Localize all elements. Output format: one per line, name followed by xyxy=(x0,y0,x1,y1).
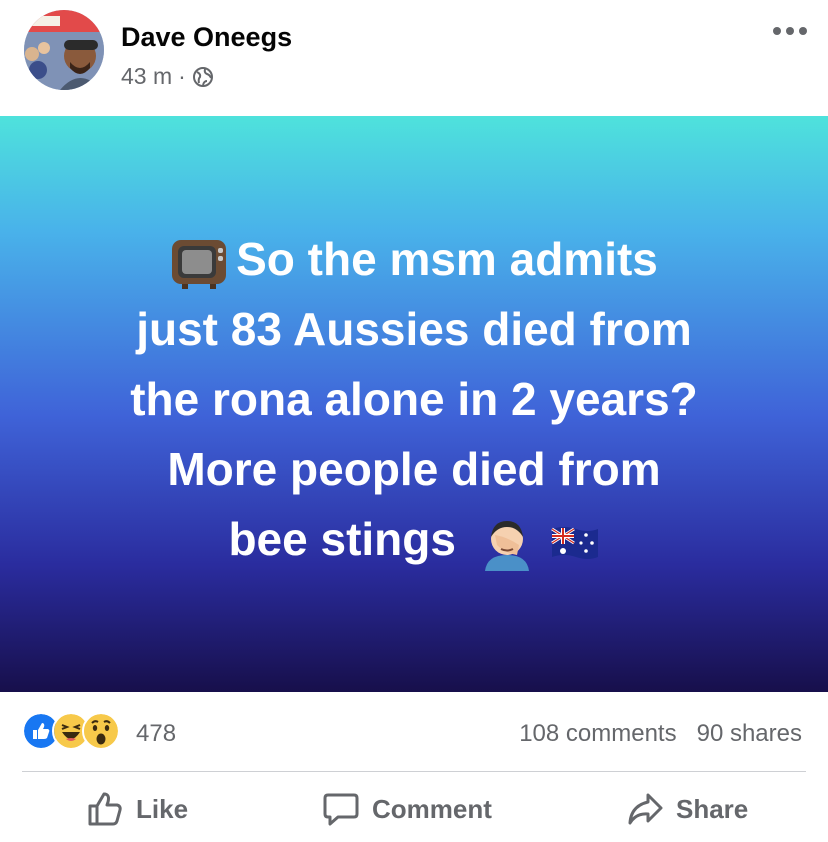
post-line-1: So the msm admits xyxy=(40,224,788,294)
post-stats: 478 108 comments 90 shares xyxy=(0,692,828,772)
comments-count[interactable]: 108 comments xyxy=(519,720,676,748)
post-time[interactable]: 43 m xyxy=(121,63,172,90)
more-options-icon[interactable] xyxy=(772,24,808,38)
post-line-4: More people died from xyxy=(167,443,661,495)
post-line-3: the rona alone in 2 years? xyxy=(130,373,698,425)
post-text: So the msm admits just 83 Aussies died f… xyxy=(40,224,788,574)
like-button[interactable]: Like xyxy=(86,790,188,828)
post-header: Dave Oneegs 43 m · xyxy=(0,0,828,116)
action-bar: Like Comment Share xyxy=(0,772,828,842)
share-icon xyxy=(628,793,663,825)
post-meta: 43 m · xyxy=(121,63,214,90)
wow-reaction-icon xyxy=(82,712,120,750)
television-emoji xyxy=(172,239,227,289)
engagement-counts: 108 comments 90 shares xyxy=(519,720,802,748)
post-line-1-text: So the msm admits xyxy=(236,233,658,285)
avatar[interactable] xyxy=(24,10,104,90)
comment-label: Comment xyxy=(372,793,492,824)
share-label: Share xyxy=(676,793,749,824)
comment-icon xyxy=(323,793,359,826)
reaction-icons[interactable] xyxy=(22,712,120,750)
comment-button[interactable]: Comment xyxy=(322,790,492,828)
like-label: Like xyxy=(136,793,189,824)
shares-count[interactable]: 90 shares xyxy=(697,720,802,748)
meta-separator: · xyxy=(178,63,186,89)
share-button[interactable]: Share xyxy=(626,790,748,828)
facepalm-emoji xyxy=(484,520,529,571)
australia-flag-emoji xyxy=(550,526,598,559)
globe-icon xyxy=(192,66,213,87)
reaction-count[interactable]: 478 xyxy=(136,720,176,748)
post-content: So the msm admits just 83 Aussies died f… xyxy=(0,116,828,692)
post-line-5-text: bee stings xyxy=(228,513,456,565)
thumbs-up-icon xyxy=(88,792,122,826)
post-line-5: bee stings xyxy=(40,504,788,574)
author-name[interactable]: Dave Oneegs xyxy=(121,22,292,53)
post-line-2: just 83 Aussies died from xyxy=(136,303,692,355)
